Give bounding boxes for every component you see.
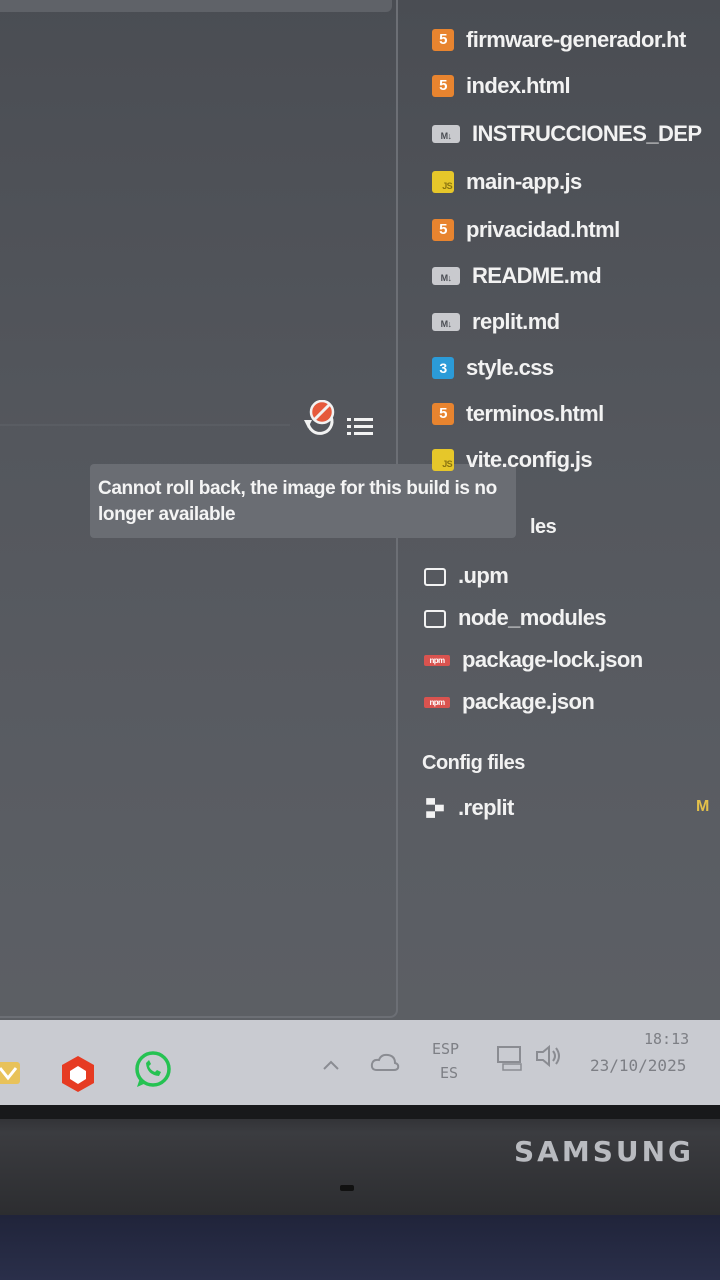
markdown-icon: M↓ [432,313,460,331]
language-indicator[interactable]: ESP [432,1040,459,1058]
npm-icon: npm [424,654,450,666]
power-led [340,1185,354,1191]
volume-icon[interactable] [534,1044,564,1068]
file-item[interactable]: 5 index.html [432,68,571,104]
replit-icon [426,798,444,818]
monitor-brand: SAMSUNG [514,1135,695,1168]
file-item[interactable]: M↓ replit.md [432,304,560,340]
npm-icon: npm [424,696,450,708]
html5-icon: 5 [432,403,454,425]
file-item[interactable]: M↓ README.md [432,258,602,294]
file-name: .replit [458,795,514,820]
html5-icon: 5 [432,75,454,97]
rollback-disabled-icon[interactable] [300,400,340,440]
row-divider [0,424,290,426]
modified-badge: M [696,798,710,815]
file-item[interactable]: npm package.json [424,684,595,720]
file-item[interactable]: M↓ INSTRUCCIONES_DEP [432,116,702,152]
file-item[interactable]: 3 style.css [432,350,554,386]
javascript-icon: JS [432,171,454,193]
file-item[interactable]: .replit [424,790,514,826]
file-item[interactable]: 5 firmware-generador.ht [432,22,686,58]
file-name: package.json [462,689,595,714]
file-name: README.md [472,263,602,288]
html5-icon: 5 [432,29,454,51]
clock-date[interactable]: 23/10/2025 [590,1056,686,1075]
file-item[interactable]: JS main-app.js [432,164,582,200]
file-name: .upm [458,563,509,588]
file-name: main-app.js [466,169,582,194]
html5-icon: 5 [432,219,454,241]
file-item[interactable]: 5 privacidad.html [432,212,620,248]
file-item[interactable]: .upm [424,558,509,594]
chevron-up-icon[interactable] [322,1058,340,1072]
file-name: index.html [466,73,571,98]
file-item[interactable]: node_modules [424,600,607,636]
file-name: privacidad.html [466,217,620,242]
markdown-icon: M↓ [432,267,460,285]
file-item[interactable]: 5 terminos.html [432,396,604,432]
taskbar: ESP ES 18:13 23/10/2025 [0,1020,720,1105]
file-name: package-lock.json [462,647,643,672]
history-pane: Cannot roll back, the image for this bui… [0,0,516,1020]
file-item[interactable]: JS vite.config.js [432,442,593,478]
file-name: firmware-generador.ht [466,27,686,52]
list-icon[interactable] [347,415,375,439]
config-files-label: Config files [422,752,525,774]
file-name: INSTRUCCIONES_DEP [472,121,702,146]
file-item[interactable]: npm package-lock.json [424,642,643,678]
file-name: replit.md [472,309,560,334]
file-name: node_modules [458,605,607,630]
clock-time[interactable]: 18:13 [644,1030,689,1048]
folder-icon [424,568,446,586]
monitor-screen: Cannot roll back, the image for this bui… [0,0,720,1105]
section-label-partial: les [530,516,557,538]
office-icon[interactable] [58,1054,98,1094]
keyboard-layout[interactable]: ES [440,1064,458,1082]
app-icon[interactable] [0,1058,24,1088]
cloud-icon[interactable] [370,1052,400,1074]
folder-icon [424,610,446,628]
monitor-bezel: SAMSUNG [0,1105,720,1215]
file-name: style.css [466,355,554,380]
network-icon[interactable] [495,1044,525,1072]
whatsapp-icon[interactable] [132,1050,172,1090]
markdown-icon: M↓ [432,125,460,143]
file-tree: 5 firmware-generador.ht 5 index.html M↓ INSTR… [400,0,720,1020]
bezel-edge [0,1105,720,1119]
desk-background [0,1215,720,1280]
file-name: vite.config.js [466,447,593,472]
file-name: terminos.html [466,401,604,426]
javascript-icon: JS [432,449,454,471]
css3-icon: 3 [432,357,454,379]
